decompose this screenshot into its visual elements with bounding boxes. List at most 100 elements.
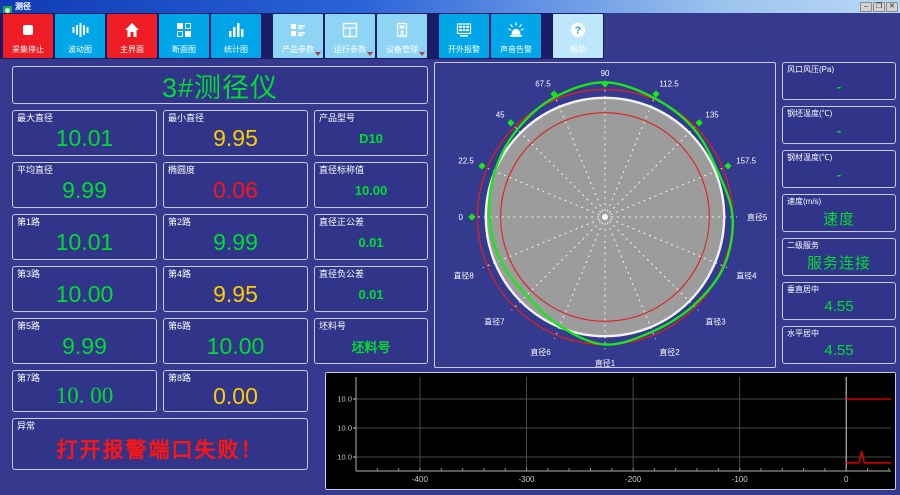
svg-text:10.0: 10.0 xyxy=(337,395,352,404)
toolbar-button-product-params[interactable]: 产品参数 xyxy=(273,14,323,58)
metric-label: 直径负公差 xyxy=(319,269,365,279)
svg-text:-200: -200 xyxy=(625,475,642,484)
dropdown-arrow-icon xyxy=(367,52,373,56)
svg-text:135: 135 xyxy=(705,111,719,120)
status-box: 速度(m/s) 速度 xyxy=(782,194,896,232)
status-value: 4.55 xyxy=(824,341,854,359)
toolbar-button-help[interactable]: ? 帮助 xyxy=(553,14,603,58)
toolbar-button-label: 产品参数 xyxy=(282,45,314,54)
status-value: - xyxy=(836,166,842,182)
status-label: 速度(m/s) xyxy=(787,197,822,206)
toolbar-button-label: 主界面 xyxy=(120,45,144,54)
metric-cell: 第5路 9.99 xyxy=(12,318,157,364)
home-icon xyxy=(125,23,139,37)
window-title: 测径 xyxy=(15,2,31,11)
toolbar-button-barchart[interactable]: 统计图 xyxy=(211,14,261,58)
titlebar: 测径 – ❒ ✕ xyxy=(0,0,900,15)
maximize-button[interactable]: ❒ xyxy=(873,1,885,12)
stop-icon xyxy=(23,25,33,35)
metric-value: 9.99 xyxy=(62,176,107,203)
metric-cell: 第7路 10. 00 xyxy=(12,370,157,412)
external-screen-icon xyxy=(456,23,472,37)
window-controls: – ❒ ✕ xyxy=(859,1,898,12)
toolbar-button-label: 设备管理 xyxy=(386,45,418,54)
metric-label: 第1路 xyxy=(17,217,41,227)
metric-label: 第7路 xyxy=(17,373,41,383)
metric-cell: 第8路 0.00 xyxy=(163,370,308,412)
toolbar-button-external-screen[interactable]: 开外报警 xyxy=(439,14,489,58)
toolbar-button-section-grid[interactable]: 断面图 xyxy=(159,14,209,58)
gauge-title: 3#测径仪 xyxy=(161,72,279,103)
barchart-icon xyxy=(229,23,244,37)
metric-label: 产品型号 xyxy=(319,113,356,123)
metric-value: 0.06 xyxy=(213,176,258,203)
status-label: 水平居中 xyxy=(787,329,819,338)
metric-label: 椭圆度 xyxy=(168,165,196,175)
status-value: - xyxy=(836,78,842,94)
metric-cell: 最小直径 9.95 xyxy=(163,110,308,156)
metric-cell: 椭圆度 0.06 xyxy=(163,162,308,208)
trend-chart: 10.0 10.0 10.0 -400 -300 -200 -100 0 xyxy=(326,373,895,489)
svg-text:0: 0 xyxy=(459,213,464,222)
metric-label: 第6路 xyxy=(168,321,192,331)
status-box: 垂直居中 4.55 xyxy=(782,282,896,320)
toolbar-button-label: 断面图 xyxy=(172,45,196,54)
toolbar-button-device-manage[interactable]: 设备管理 xyxy=(377,14,427,58)
metric-label: 最大直径 xyxy=(17,113,54,123)
svg-text:直径6: 直径6 xyxy=(530,347,551,357)
metric-value: 9.99 xyxy=(62,332,107,359)
metric-cell: 最大直径 10.01 xyxy=(12,110,157,156)
svg-text:直径2: 直径2 xyxy=(659,347,680,357)
svg-text:0: 0 xyxy=(844,475,849,484)
minimize-button[interactable]: – xyxy=(860,1,872,12)
toolbar-button-siren[interactable]: 声音告警 xyxy=(491,14,541,58)
run-params-icon xyxy=(342,22,358,38)
svg-text:直径1: 直径1 xyxy=(595,358,616,367)
dropdown-arrow-icon xyxy=(419,52,425,56)
metric-value: 10.00 xyxy=(206,332,265,359)
metric-label: 第4路 xyxy=(168,269,192,279)
close-button[interactable]: ✕ xyxy=(886,1,898,12)
metric-cell: 直径负公差 0.01 xyxy=(314,266,428,312)
status-label: 垂直居中 xyxy=(787,285,819,294)
toolbar-button-waveform[interactable]: 波动图 xyxy=(55,14,105,58)
alarm-box: 异常 打开报警端口失败！ xyxy=(12,418,308,470)
metric-value: 10.01 xyxy=(55,228,114,255)
section-grid-icon xyxy=(177,23,191,37)
metric-value: 0.00 xyxy=(213,382,258,409)
metric-value: 10.01 xyxy=(55,124,114,151)
metric-label: 直径正公差 xyxy=(319,217,365,227)
svg-text:直径8: 直径8 xyxy=(453,270,474,280)
svg-text:10.0: 10.0 xyxy=(337,424,352,433)
app-icon xyxy=(3,2,12,15)
alarm-message: 打开报警端口失败！ xyxy=(56,439,264,462)
status-label: 二级服务 xyxy=(787,241,819,250)
metric-cell: 第4路 9.95 xyxy=(163,266,308,312)
metric-label: 平均直径 xyxy=(17,165,54,175)
metric-label: 第3路 xyxy=(17,269,41,279)
status-label: 钢材温度(℃) xyxy=(787,153,833,162)
toolbar-button-home[interactable]: 主界面 xyxy=(107,14,157,58)
metric-value: 10.00 xyxy=(354,182,388,198)
dropdown-arrow-icon xyxy=(315,52,321,56)
toolbar-button-label: 开外报警 xyxy=(448,45,480,54)
metric-cell: 产品型号 D10 xyxy=(314,110,428,156)
metric-label: 直径标称值 xyxy=(319,165,365,175)
svg-text:直径4: 直径4 xyxy=(736,270,757,280)
toolbar-button-label: 采集停止 xyxy=(12,45,44,54)
toolbar-button-run-params[interactable]: 运行参数 xyxy=(325,14,375,58)
metric-cell: 第3路 10.00 xyxy=(12,266,157,312)
svg-text:-400: -400 xyxy=(412,475,429,484)
status-box: 水平居中 4.55 xyxy=(782,326,896,364)
metric-value: 10.00 xyxy=(55,280,114,307)
metric-value: 9.99 xyxy=(213,228,258,255)
metric-cell: 第6路 10.00 xyxy=(163,318,308,364)
toolbar-button-label: 声音告警 xyxy=(500,45,532,54)
metric-label: 第2路 xyxy=(168,217,192,227)
device-manage-icon xyxy=(396,22,408,38)
svg-text:直径3: 直径3 xyxy=(705,316,726,326)
toolbar-button-stop[interactable]: 采集停止 xyxy=(3,14,53,58)
metric-label: 第8路 xyxy=(168,373,192,383)
svg-text:?: ? xyxy=(575,25,581,37)
svg-text:67.5: 67.5 xyxy=(535,80,551,89)
